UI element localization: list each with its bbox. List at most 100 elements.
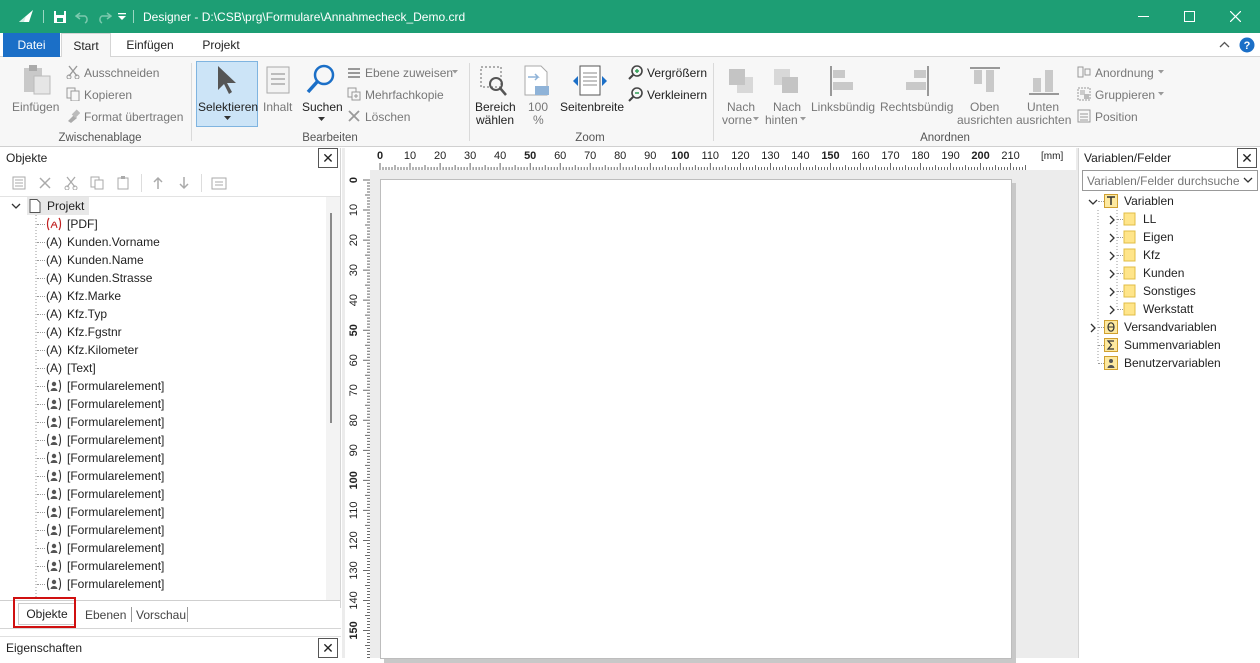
tab-projekt[interactable]: Projekt [192,33,250,57]
collapse-ribbon-icon[interactable] [1219,41,1230,48]
assign-layer-button[interactable]: Ebene zuweisen [365,66,453,80]
bring-front-line1[interactable]: Nach [727,100,755,114]
align-left-icon[interactable] [829,66,857,96]
redo-icon[interactable] [96,10,112,24]
align-bottom-line2[interactable]: ausrichten [1016,113,1071,127]
text-object-icon: (A) [46,271,62,285]
search-icon[interactable] [306,64,336,96]
align-left-button[interactable]: Linksbündig [811,100,875,114]
area-select-icon[interactable] [479,65,509,97]
align-top-line2[interactable]: ausrichten [957,113,1012,127]
close-button[interactable] [1212,0,1258,33]
variables-panel-close-button[interactable]: ✕ [1237,148,1257,168]
tree-item-label: [Formularelement] [67,397,165,411]
cut-button[interactable]: Ausschneiden [84,66,159,80]
align-top-icon[interactable] [970,66,1000,96]
group-button[interactable]: Gruppieren [1095,88,1155,102]
align-right-icon[interactable] [902,66,930,96]
page-width-button[interactable]: Seitenbreite [560,100,624,114]
tree-item-row[interactable]: [Formularelement] [0,503,326,521]
zoom-out-button[interactable]: Verkleinern [647,88,707,102]
objects-scrollbar[interactable] [326,197,340,600]
arrow-down-icon[interactable] [178,176,190,190]
tab-ebenen[interactable]: Ebenen [85,608,126,622]
properties-icon[interactable] [12,176,26,190]
variables-search-combo[interactable] [1082,170,1258,191]
minimize-button[interactable] [1120,0,1166,33]
align-right-button[interactable]: Rechtsbündig [880,100,953,114]
area-select-line1[interactable]: Bereich [475,100,516,114]
tree-item-row[interactable]: (A) Kunden.Vorname [0,233,326,251]
tree-item-row[interactable]: [Formularelement] [0,467,326,485]
tree-item-row[interactable]: [Formularelement] [0,521,326,539]
tab-start[interactable]: Start [61,33,111,58]
multi-copy-icon [347,87,361,101]
chevron-down-icon[interactable] [1243,177,1253,184]
tab-einfuegen[interactable]: Einfügen [116,33,184,57]
tree-item-row[interactable]: (A) Kunden.Strasse [0,269,326,287]
tree-item-row[interactable]: [Formularelement] [0,377,326,395]
form-element-icon [46,433,62,447]
delete-button[interactable]: Löschen [365,110,410,124]
select-button[interactable]: Selektieren [196,61,258,127]
ruler-label: 150 [821,150,839,162]
tree-item-row[interactable]: [Formularelement] [0,539,326,557]
undo-icon[interactable] [75,10,91,24]
tree-item-row[interactable]: [PDF] [0,215,326,233]
align-bottom-line1[interactable]: Unten [1027,100,1059,114]
variables-search-input[interactable] [1083,171,1239,190]
tree-item-row[interactable]: [Formularelement] [0,575,326,593]
search-button[interactable]: Suchen [302,100,343,114]
tree-item-row[interactable]: [Formularelement] [0,449,326,467]
help-icon[interactable]: ? [1239,37,1255,53]
tab-datei[interactable]: Datei [3,33,60,57]
send-back-icon[interactable] [772,67,800,95]
clipboard-list-icon[interactable] [211,176,227,190]
bring-front-line2[interactable]: vorne [722,113,752,127]
send-back-line1[interactable]: Nach [773,100,801,114]
paste-button[interactable]: Einfügen [12,100,59,114]
save-icon[interactable] [53,10,67,24]
tree-item-row[interactable]: (A) [Text] [0,359,326,377]
zoom-100-line2[interactable]: % [533,113,544,127]
paste-icon[interactable] [20,64,52,96]
tree-item-row[interactable]: (A) Kfz.Fgstnr [0,323,326,341]
send-back-line2[interactable]: hinten [765,113,798,127]
objects-panel-close-button[interactable]: ✕ [318,148,338,168]
content-icon[interactable] [266,66,290,94]
zoom-100-line1[interactable]: 100 [528,100,548,114]
chevron-down-icon[interactable] [117,13,127,21]
multi-copy-button[interactable]: Mehrfachkopie [365,88,444,102]
tree-item-row[interactable]: [Formularelement] [0,557,326,575]
tab-vorschau[interactable]: Vorschau [136,608,186,622]
paste-icon[interactable] [116,176,130,190]
align-bottom-icon[interactable] [1029,66,1059,96]
zoom-in-button[interactable]: Vergrößern [647,66,707,80]
tree-item-row[interactable]: [Formularelement] [0,431,326,449]
design-page[interactable] [380,179,1012,659]
copy-button[interactable]: Kopieren [84,88,132,102]
align-top-line1[interactable]: Oben [970,100,999,114]
delete-icon[interactable] [38,176,52,190]
page-width-icon[interactable] [572,65,608,97]
arrow-up-icon[interactable] [152,176,164,190]
copy-icon[interactable] [90,176,104,190]
tree-item-row[interactable]: (A) Kfz.Marke [0,287,326,305]
format-painter-button[interactable]: Format übertragen [84,110,183,124]
tree-item-row[interactable]: [Formularelement] [0,485,326,503]
objects-scrollbar-thumb[interactable] [330,213,332,423]
position-button[interactable]: Position [1095,110,1138,124]
cut-icon[interactable] [64,176,78,190]
tree-item-row[interactable]: [Formularelement] [0,395,326,413]
maximize-button[interactable] [1166,0,1212,33]
bring-front-icon[interactable] [727,67,755,95]
tree-item-row[interactable]: (A) Kfz.Kilometer [0,341,326,359]
area-select-line2[interactable]: wählen [476,113,514,127]
content-button[interactable]: Inhalt [263,100,292,114]
zoom-100-icon[interactable] [523,65,551,97]
order-button[interactable]: Anordnung [1095,66,1154,80]
tree-item-row[interactable]: [Formularelement] [0,413,326,431]
tree-item-row[interactable]: (A) Kunden.Name [0,251,326,269]
properties-panel-close-button[interactable]: ✕ [318,638,338,658]
tree-item-row[interactable]: (A) Kfz.Typ [0,305,326,323]
